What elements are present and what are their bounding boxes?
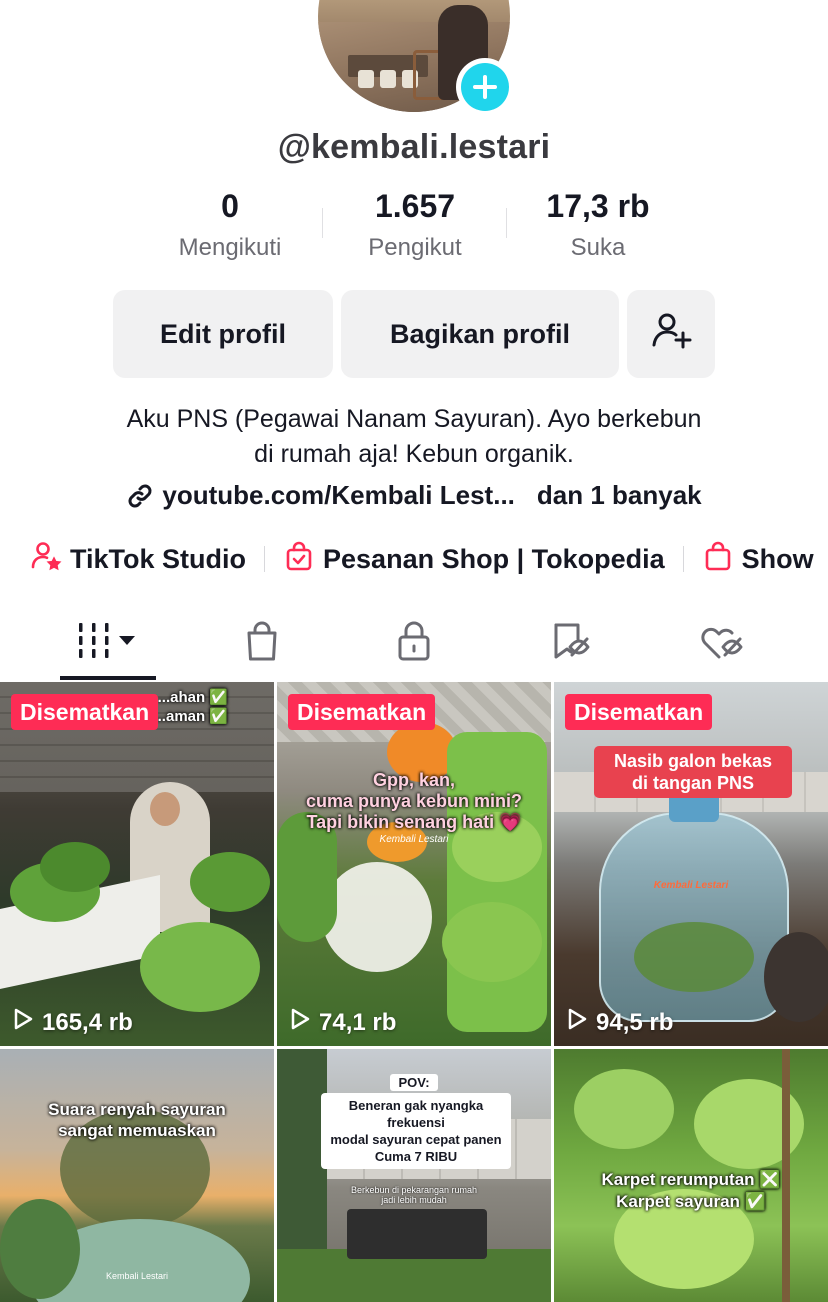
stat-label: Suka xyxy=(570,234,626,261)
divider xyxy=(682,546,684,572)
play-icon xyxy=(289,1007,319,1038)
pinned-badge: Disematkan xyxy=(11,694,159,730)
pinned-badge: Disematkan xyxy=(565,694,713,730)
bio-links: youtube.com/Kembali Lest... dan 1 banyak xyxy=(0,480,828,511)
stat-value: 1.657 xyxy=(374,188,456,224)
view-count-text: 165,4 rb xyxy=(42,1008,133,1036)
watermark: Kembali Lestari xyxy=(653,880,729,891)
video-thumbnail[interactable]: Suara renyah sayuran sangat memuaskan Ke… xyxy=(0,1049,274,1302)
view-count: 94,5 rb xyxy=(566,1007,673,1038)
add-friends-button[interactable] xyxy=(627,290,715,378)
shortcut-showcase[interactable]: Show xyxy=(702,540,814,579)
tab-videos[interactable] xyxy=(60,610,156,676)
stat-followers[interactable]: 1.657 Pengikut xyxy=(325,188,505,262)
videos-grid-icon xyxy=(76,621,140,666)
tab-liked[interactable] xyxy=(676,610,766,676)
shortcut-shop-orders[interactable]: Pesanan Shop | Tokopedia xyxy=(283,540,665,579)
active-tab-indicator xyxy=(60,676,156,680)
video-thumbnail[interactable]: ...ahan ✅ ...aman ✅ Disematkan 165,4 rb xyxy=(0,682,274,1046)
divider xyxy=(264,546,266,572)
pinned-badge: Disematkan xyxy=(288,694,436,730)
add-person-icon xyxy=(649,309,693,360)
content-tabs xyxy=(0,610,828,682)
play-icon xyxy=(566,1007,596,1038)
shortcut-label: TikTok Studio xyxy=(70,543,247,574)
shopping-bag-check-icon xyxy=(283,540,323,579)
video-thumbnail[interactable]: Karpet rerumputan ❎ Karpet sayuran ✅ xyxy=(554,1049,828,1302)
video-thumbnail[interactable]: Nasib galon bekas di tangan PNS Kembali … xyxy=(554,682,828,1046)
caption-title: POV: xyxy=(277,1074,551,1091)
edit-profile-button[interactable]: Edit profil xyxy=(113,290,333,378)
video-caption: Suara renyah sayuran sangat memuaskan xyxy=(48,1100,226,1140)
plus-icon xyxy=(461,63,509,111)
shortcut-tiktok-studio[interactable]: TikTok Studio xyxy=(30,540,246,579)
watermark: Kembali Lestari xyxy=(105,1271,169,1281)
bio-line: di rumah aja! Kebun organik. xyxy=(254,440,574,468)
more-links[interactable]: dan 1 banyak xyxy=(537,480,702,511)
video-caption: Nasib galon bekas di tangan PNS xyxy=(594,746,792,798)
caption-text: Nasib galon bekas di tangan PNS xyxy=(613,751,773,793)
view-count-text: 94,5 rb xyxy=(596,1008,674,1036)
tab-private[interactable] xyxy=(372,610,456,676)
username: @kembali.lestari xyxy=(277,128,551,166)
divider xyxy=(506,208,507,238)
link-icon xyxy=(126,482,154,510)
stat-label: Pengikut xyxy=(368,234,462,261)
shopping-bag-icon xyxy=(702,540,742,579)
video-caption: Karpet rerumputan ❎ Karpet sayuran ✅ xyxy=(601,1170,781,1211)
view-count: 74,1 rb xyxy=(289,1007,396,1038)
shortcut-label: Show xyxy=(741,543,814,574)
stat-value: 17,3 rb xyxy=(546,188,650,224)
bio: Aku PNS (Pegawai Nanam Sayuran). Ayo ber… xyxy=(0,402,828,472)
saved-icon xyxy=(548,619,592,668)
stat-following[interactable]: 0 Mengikuti xyxy=(140,188,320,262)
shop-bag-icon xyxy=(242,619,282,668)
divider xyxy=(322,208,323,238)
caption-title-text: POV: xyxy=(390,1074,438,1091)
shortcuts-row: TikTok Studio Pesanan Shop | Tokopedia S… xyxy=(30,536,828,582)
view-count: 165,4 rb xyxy=(12,1007,133,1038)
video-caption: Gpp, kan, cuma punya kebun mini? Tapi bi… xyxy=(305,770,523,832)
video-thumbnail[interactable]: Gpp, kan, cuma punya kebun mini? Tapi bi… xyxy=(277,682,551,1046)
video-caption: Beneran gak nyangka frekuensi modal sayu… xyxy=(321,1093,511,1169)
watermark: Kembali Lestari xyxy=(379,834,449,845)
profile-stats: 0 Mengikuti 1.657 Pengikut 17,3 rb Suka xyxy=(140,188,690,268)
bio-line: Aku PNS (Pegawai Nanam Sayuran). Ayo ber… xyxy=(126,405,702,433)
profile-link[interactable]: youtube.com/Kembali Lest... xyxy=(162,480,515,511)
liked-heart-icon xyxy=(697,619,745,668)
stat-value: 0 xyxy=(221,188,239,224)
lock-icon xyxy=(394,619,434,668)
watermark: Berkebun di pekarangan rumah jadi lebih … xyxy=(350,1185,478,1205)
share-profile-button[interactable]: Bagikan profil xyxy=(341,290,619,378)
tab-saved[interactable] xyxy=(528,610,612,676)
stat-likes[interactable]: 17,3 rb Suka xyxy=(508,188,688,262)
person-star-icon xyxy=(30,540,70,579)
shortcut-label: Pesanan Shop | Tokopedia xyxy=(323,543,665,574)
play-icon xyxy=(12,1007,42,1038)
video-thumbnail[interactable]: POV: Beneran gak nyangka frekuensi modal… xyxy=(277,1049,551,1302)
stat-label: Mengikuti xyxy=(178,234,282,261)
add-story-button[interactable] xyxy=(456,58,514,116)
view-count-text: 74,1 rb xyxy=(319,1008,397,1036)
tab-shop[interactable] xyxy=(220,610,304,676)
